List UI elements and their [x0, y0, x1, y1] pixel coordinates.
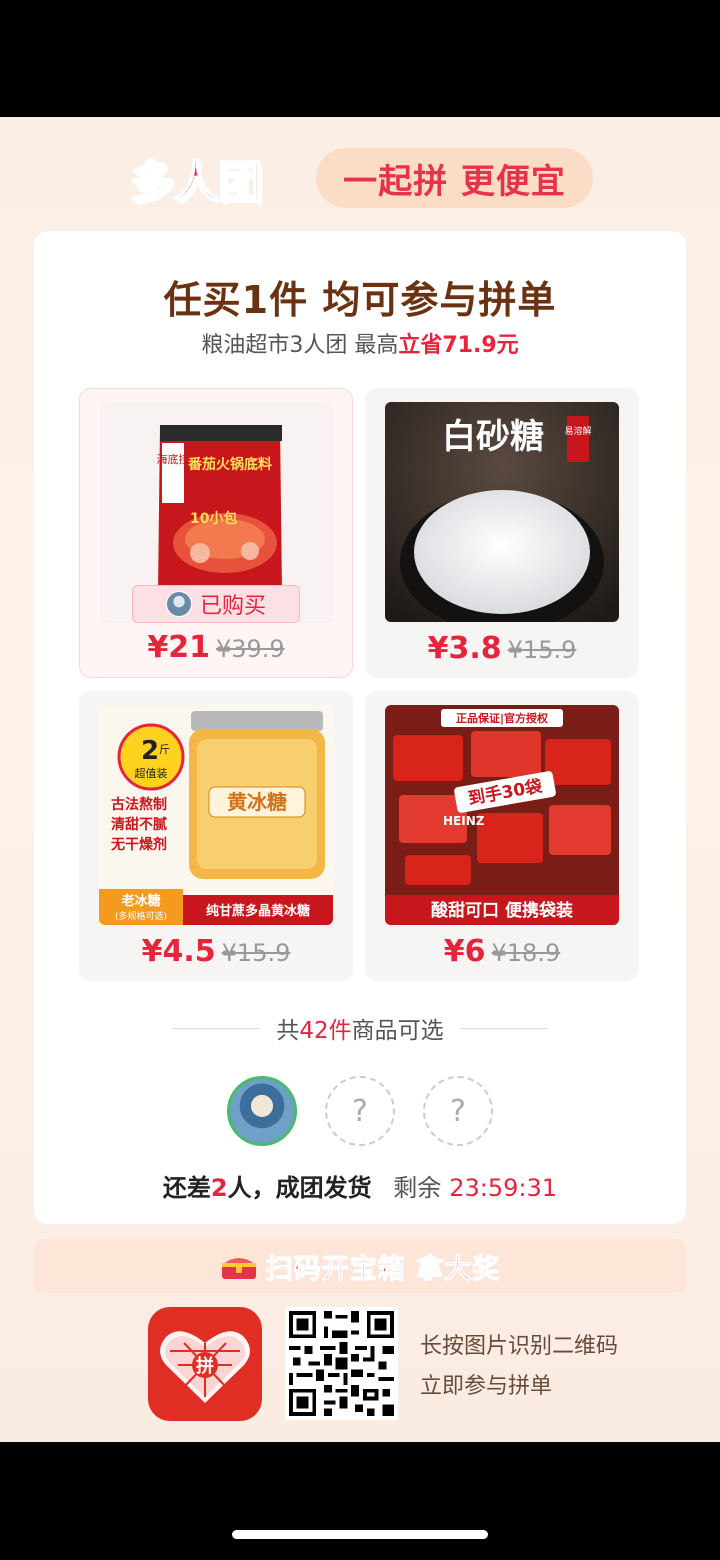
ketchup-top-text: 正品保证|官方授权	[456, 711, 549, 725]
hotpot-brand-text: 海底捞	[157, 452, 190, 466]
app-icon: 拼	[148, 1307, 262, 1421]
sugar-badge-text: 易溶解	[564, 425, 591, 437]
original-price: ¥39.9	[215, 635, 285, 663]
original-price: ¥15.9	[221, 939, 291, 967]
card-title: 任买1件 均可参与拼单	[163, 278, 557, 322]
feature-3-text: 无干燥剂	[110, 836, 167, 853]
price-row: ¥6 ¥18.9	[365, 934, 639, 969]
buyer-avatar	[165, 591, 192, 617]
qr-instruction-line1: 长按图片识别二维码	[420, 1334, 619, 1359]
feature-1-text: 古法熬制	[111, 796, 167, 813]
price-row: ¥21 ¥39.9	[80, 630, 352, 665]
divider-left	[172, 1027, 261, 1029]
bottom-bar-area	[0, 1442, 720, 1560]
ketchup-bottom-text: 酸甜可口 便携袋装	[431, 900, 573, 921]
weight-num-text: 2	[141, 736, 159, 766]
count-text: 共42件商品可选	[276, 1018, 444, 1044]
product-count: 共42件商品可选	[34, 1011, 686, 1045]
ketchup-brand-text: HEINZ	[443, 814, 485, 828]
app-icon-text: 拼	[196, 1355, 214, 1377]
empty-slot: ?	[325, 1076, 395, 1146]
bottom-left-sub-text: (多规格可选)	[115, 910, 167, 922]
weight-tag-text: 超值装	[135, 766, 168, 780]
product-image-rock-sugar: 2 斤 超值装 古法熬制 清甜不腻 无干燥剂 黄冰糖 老冰糖 (多规格可选) 纯…	[99, 705, 333, 925]
status-suffix: 人，成团发货	[227, 1174, 372, 1202]
missing-count: 2	[210, 1174, 228, 1202]
product-card-sugar[interactable]: 白砂糖 易溶解 ¥3.8 ¥15.9	[365, 388, 639, 678]
product-card-hotpot[interactable]: 海底捞 番茄火锅底料 10小包 已购买 ¥21 ¥39.9	[79, 388, 353, 678]
bought-label: 已购买	[199, 594, 266, 619]
product-card-rock-sugar[interactable]: 2 斤 超值装 古法熬制 清甜不腻 无干燥剂 黄冰糖 老冰糖 (多规格可选) 纯…	[79, 691, 353, 981]
home-indicator[interactable]	[232, 1530, 488, 1539]
qr-instructions: 长按图片识别二维码 立即参与拼单	[420, 1327, 618, 1407]
brand-logo: 多人团	[129, 156, 263, 209]
weight-unit-text: 斤	[159, 743, 170, 756]
sugar-name-text: 白砂糖	[442, 417, 544, 457]
banner-text: 扫码开宝箱 拿大奖	[265, 1253, 501, 1285]
original-price: ¥15.9	[507, 636, 577, 664]
bottom-right-text: 纯甘蔗多晶黄冰糖	[206, 903, 310, 919]
savings-highlight: 立省71.9元	[398, 333, 519, 358]
group-status: 还差2人，成团发货 剩余 23:59:31	[34, 1168, 686, 1203]
product-image-sugar: 白砂糖 易溶解	[385, 402, 619, 622]
product-image-ketchup: 正品保证|官方授权 HEINZ 到手30袋 酸甜可口 便携袋装	[385, 705, 619, 925]
hotpot-pack-text: 10小包	[190, 510, 237, 527]
product-card-ketchup[interactable]: 正品保证|官方授权 HEINZ 到手30袋 酸甜可口 便携袋装 ¥6 ¥18.9	[365, 691, 639, 981]
bought-tag: 已购买	[132, 585, 300, 623]
price-row: ¥3.8 ¥15.9	[365, 631, 639, 666]
price: ¥3.8	[427, 631, 502, 666]
jar-label-text: 黄冰糖	[227, 790, 287, 814]
price: ¥4.5	[141, 934, 216, 969]
countdown-timer: 23:59:31	[449, 1174, 558, 1202]
member-avatar	[227, 1076, 297, 1146]
card-subtitle: 粮油超市3人团 最高立省71.9元	[34, 327, 686, 359]
qr-code[interactable]	[285, 1307, 398, 1420]
empty-slot: ?	[423, 1076, 493, 1146]
group-members: ? ?	[34, 1076, 686, 1146]
slogan-pill: 一起拼 更便宜	[316, 148, 593, 208]
status-bar-area	[0, 0, 720, 117]
price-row: ¥4.5 ¥15.9	[79, 934, 353, 969]
group-card: 任买1件 均可参与拼单 粮油超市3人团 最高立省71.9元 海底捞 番茄火锅底料	[34, 231, 686, 1224]
feature-2-text: 清甜不腻	[111, 816, 167, 833]
bottom-left-text: 老冰糖	[120, 893, 160, 909]
price: ¥21	[147, 630, 210, 665]
remaining-label: 剩余	[393, 1174, 442, 1202]
group-buy-poster: 多人团 一起拼 更便宜 任买1件 均可参与拼单 粮油超市3人团 最高立省71.9…	[0, 117, 720, 1442]
price: ¥6	[443, 934, 486, 969]
treasure-chest-icon	[221, 1258, 256, 1279]
divider-right	[459, 1027, 548, 1029]
status-prefix: 还差	[162, 1174, 211, 1202]
original-price: ¥18.9	[491, 939, 561, 967]
hotpot-name-text: 番茄火锅底料	[187, 456, 272, 473]
subtitle-prefix: 粮油超市3人团 最高	[201, 333, 399, 358]
treasure-banner[interactable]: 扫码开宝箱 拿大奖	[34, 1239, 686, 1293]
qr-instruction-line2: 立即参与拼单	[420, 1374, 553, 1399]
